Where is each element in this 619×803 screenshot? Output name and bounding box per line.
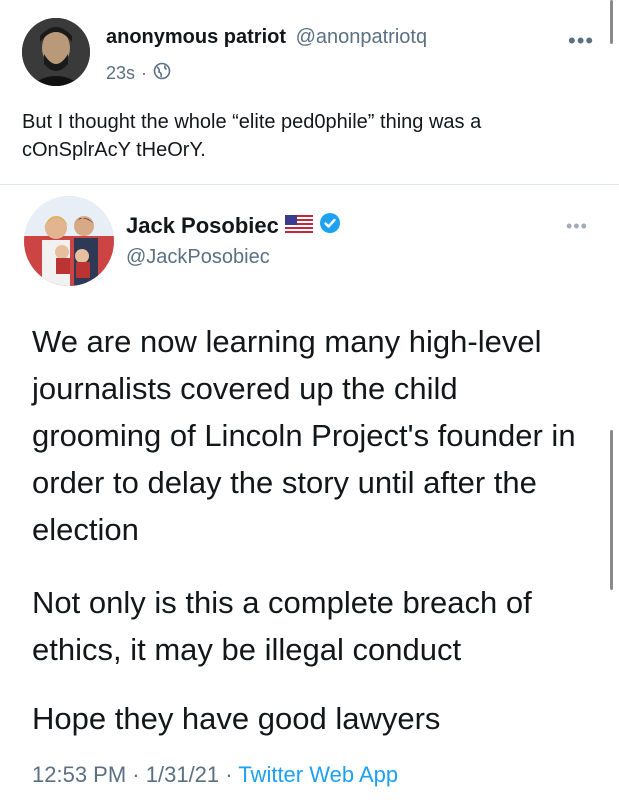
date[interactable]: 1/31/21 [146, 762, 219, 787]
avatar[interactable] [24, 196, 114, 286]
user-handle[interactable]: @anonpatriotq [296, 26, 428, 48]
separator: · [132, 762, 140, 787]
globe-icon [153, 62, 171, 85]
outer-tweet: anonymous patriot @anonpatriotq 23s · ••… [0, 0, 619, 185]
source-link[interactable]: Twitter Web App [238, 762, 398, 787]
display-name[interactable]: anonymous patriot [106, 26, 286, 48]
timestamp[interactable]: 23s [106, 63, 135, 84]
tweet-meta: 23s · [106, 62, 171, 85]
separator: · [225, 762, 233, 787]
avatar[interactable] [22, 18, 90, 86]
scrollbar-thumb[interactable] [610, 430, 613, 590]
tweet-text: But I thought the whole “elite ped0phile… [22, 111, 482, 161]
tweet-paragraph: Not only is this a complete breach of et… [32, 585, 532, 667]
author-line: Jack Posobiec [126, 212, 341, 240]
display-name[interactable]: Jack Posobiec [126, 213, 279, 239]
more-icon[interactable]: ••• [568, 28, 594, 54]
separator: · [141, 63, 148, 83]
timestamp[interactable]: 12:53 PM [32, 762, 126, 787]
verified-badge-icon [319, 212, 341, 240]
tweet-paragraph: Hope they have good lawyers [32, 701, 441, 736]
divider [0, 184, 619, 185]
tweet-footer: 12:53 PM · 1/31/21 · Twitter Web App [32, 762, 398, 788]
us-flag-icon [284, 213, 313, 239]
more-icon[interactable]: ••• [566, 216, 588, 237]
user-handle[interactable]: @JackPosobiec [126, 246, 270, 269]
author-line: anonymous patriot @anonpatriotq [106, 26, 427, 49]
tweet-paragraph: We are now learning many high-level jour… [32, 324, 576, 547]
tweet-body: We are now learning many high-level jour… [32, 318, 592, 764]
